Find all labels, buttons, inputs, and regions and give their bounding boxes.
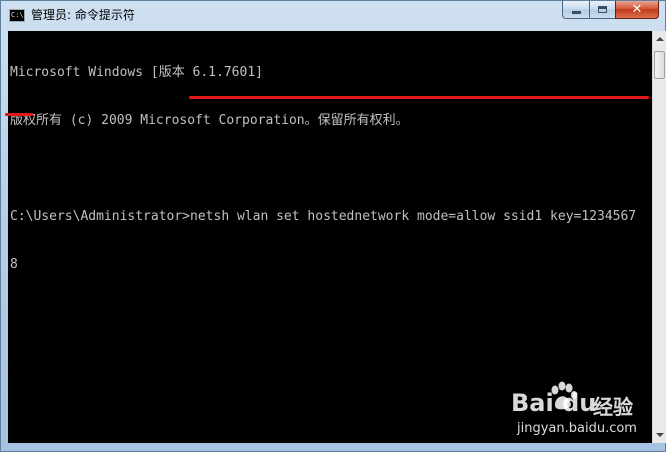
close-icon: ✕ — [631, 2, 643, 17]
maximize-button[interactable] — [589, 1, 615, 19]
close-button[interactable]: ✕ — [615, 1, 659, 19]
console-output-area[interactable]: Microsoft Windows [版本 6.1.7601] 版权所有 (c)… — [5, 31, 652, 443]
title-bar[interactable]: C:\ 管理员: 命令提示符 ✕ — [1, 1, 665, 31]
maximize-icon — [598, 6, 607, 13]
scroll-thumb[interactable] — [654, 51, 665, 79]
window-bottom-border — [1, 443, 665, 452]
minimize-button[interactable] — [562, 1, 589, 19]
scroll-down-button[interactable] — [653, 427, 666, 443]
command-prompt-window: C:\ 管理员: 命令提示符 ✕ Microsoft Windows [版本 6… — [0, 0, 666, 452]
console-text: Microsoft Windows [版本 6.1.7601] 版权所有 (c)… — [10, 33, 636, 305]
console-line-copyright: 版权所有 (c) 2009 Microsoft Corporation。保留所有… — [10, 113, 409, 128]
vertical-scrollbar[interactable] — [652, 31, 666, 443]
wrap-underline-annotation — [5, 113, 33, 116]
watermark-url: jingyan.baidu.com — [517, 421, 637, 436]
arrow-down-icon — [656, 433, 664, 437]
console-app-icon[interactable]: C:\ — [9, 9, 25, 22]
console-line-version: Microsoft Windows [版本 6.1.7601] — [10, 65, 263, 80]
window-controls: ✕ — [562, 1, 659, 20]
watermark-brand-cn: 经验 — [593, 395, 633, 419]
watermark-brand: Bai du — [511, 389, 597, 417]
console-line-command: C:\Users\Administrator>netsh wlan set ho… — [10, 209, 637, 224]
console-line-wrap: 8 — [10, 257, 18, 272]
scroll-up-button[interactable] — [653, 31, 666, 47]
window-title: 管理员: 命令提示符 — [31, 8, 135, 22]
command-underline-annotation — [189, 96, 649, 99]
arrow-up-icon — [656, 37, 664, 41]
baidu-jingyan-watermark: Bai du 经验 jingyan.baidu.com — [511, 381, 661, 443]
minimize-icon — [571, 11, 581, 14]
